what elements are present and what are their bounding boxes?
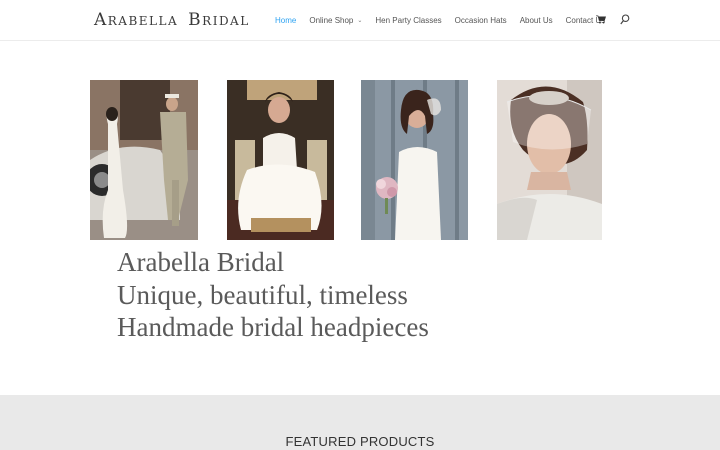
logo-text: Arabella Bridal bbox=[94, 10, 250, 30]
photo-bride-seated bbox=[227, 80, 334, 240]
photo-bride-veil-portrait bbox=[497, 80, 602, 240]
featured-products-section: FEATURED PRODUCTS bbox=[0, 395, 720, 450]
chevron-down-icon: ⌄ bbox=[357, 17, 363, 24]
nav-online-shop[interactable]: Online Shop ⌄ bbox=[309, 16, 362, 25]
tagline-description: Handmade bridal headpieces bbox=[117, 312, 429, 342]
main-nav: Home Online Shop ⌄ Hen Party Classes Occ… bbox=[275, 14, 618, 26]
nav-hen-party-classes[interactable]: Hen Party Classes bbox=[375, 16, 441, 25]
search-icon[interactable] bbox=[620, 14, 630, 25]
nav-occasion-hats[interactable]: Occasion Hats bbox=[455, 16, 507, 25]
photo-vintage-car-couple bbox=[90, 80, 198, 240]
nav-online-shop-label: Online Shop bbox=[309, 15, 354, 25]
cart-icon[interactable] bbox=[596, 15, 606, 24]
photo-bride-bouquet bbox=[361, 80, 468, 240]
site-logo[interactable]: Arabella Bridal bbox=[94, 8, 250, 32]
nav-home[interactable]: Home bbox=[275, 16, 296, 25]
tagline-title: Arabella Bridal bbox=[117, 247, 285, 277]
tagline-subtitle: Unique, beautiful, timeless bbox=[117, 279, 408, 310]
nav-about-us[interactable]: About Us bbox=[520, 16, 553, 25]
site-header: Arabella Bridal Home Online Shop ⌄ Hen Pa… bbox=[0, 0, 720, 41]
hero-tagline: Arabella Bridal Unique, beautiful, timel… bbox=[117, 246, 429, 344]
featured-products-heading: FEATURED PRODUCTS bbox=[285, 434, 435, 449]
